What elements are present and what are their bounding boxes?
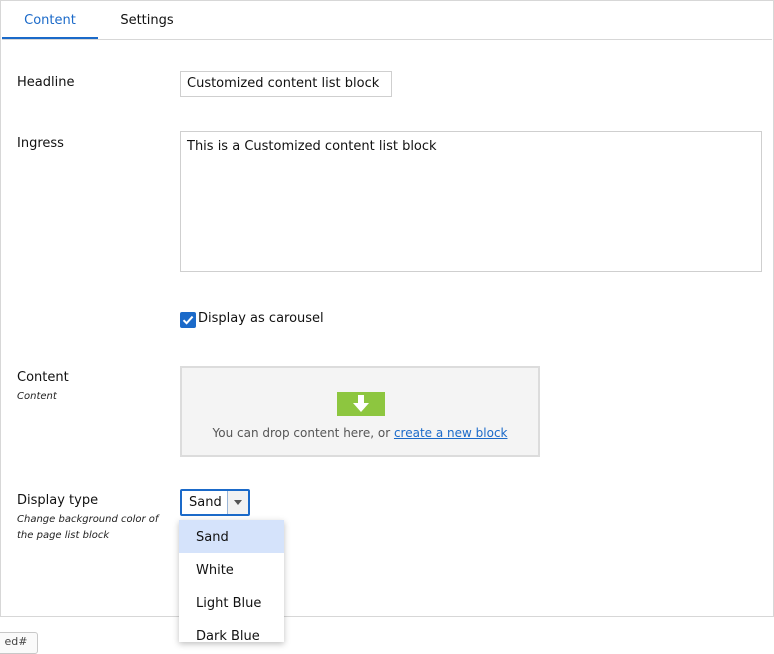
chevron-down-icon — [234, 500, 242, 505]
tab-content[interactable]: Content — [2, 1, 98, 39]
display-type-select[interactable]: Sand — [180, 489, 250, 516]
headline-label: Headline — [17, 75, 75, 90]
ingress-textarea[interactable]: This is a Customized content list block — [180, 131, 762, 272]
headline-input[interactable]: Customized content list block — [180, 71, 392, 97]
content-hint: Content — [17, 391, 57, 402]
display-type-label: Display type — [17, 493, 99, 508]
content-label: Content — [17, 370, 69, 385]
carousel-label[interactable]: Display as carousel — [198, 311, 324, 326]
check-icon — [182, 315, 194, 325]
dropzone-message: You can drop content here, or — [212, 426, 394, 440]
create-new-block-link[interactable]: create a new block — [394, 426, 508, 440]
option-light-blue[interactable]: Light Blue — [179, 586, 284, 619]
option-dark-blue[interactable]: Dark Blue — [179, 619, 284, 642]
dropdown-button[interactable] — [227, 491, 248, 514]
tab-bar: Content Settings — [2, 1, 772, 40]
display-type-hint: Change background color of the page list… — [17, 514, 159, 541]
dropzone-text: You can drop content here, or create a n… — [182, 426, 538, 440]
carousel-checkbox[interactable] — [180, 312, 196, 328]
option-sand[interactable]: Sand — [179, 520, 284, 553]
bottom-partial-button[interactable]: ed# — [0, 632, 38, 654]
tab-settings[interactable]: Settings — [114, 1, 180, 39]
display-type-value: Sand — [189, 495, 222, 510]
content-dropzone[interactable]: You can drop content here, or create a n… — [180, 366, 540, 457]
download-arrow-icon — [337, 392, 385, 416]
option-white[interactable]: White — [179, 553, 284, 586]
display-type-menu: Sand White Light Blue Dark Blue — [179, 520, 284, 642]
ingress-label: Ingress — [17, 136, 64, 151]
